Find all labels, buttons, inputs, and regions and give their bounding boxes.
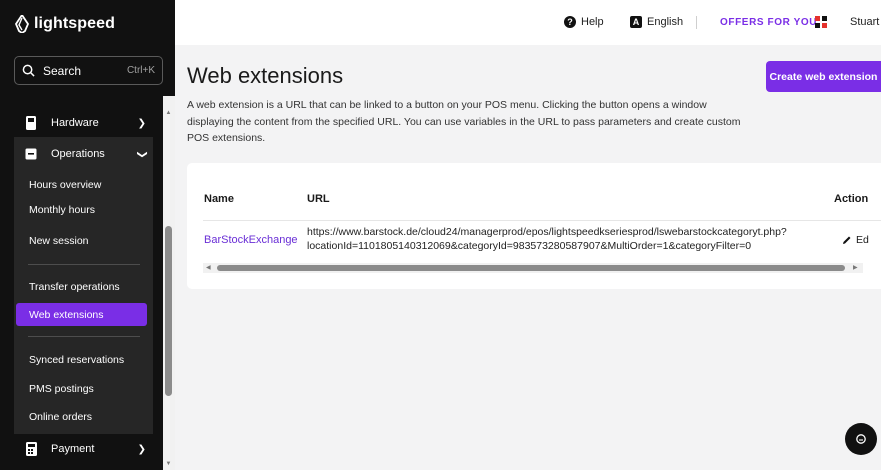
chat-icon — [856, 434, 866, 444]
edit-label: Ed — [856, 234, 869, 246]
payment-icon — [24, 442, 38, 456]
divider — [28, 336, 140, 337]
top-bar: ? Help A English OFFERS FOR YOU Stuart — [175, 0, 881, 45]
sidebar-item-operations[interactable]: Operations ❯ — [14, 139, 154, 169]
language-selector[interactable]: A English — [630, 16, 683, 28]
operations-icon — [24, 147, 38, 161]
sidebar-nav: Hardware ❯ Operations ❯ Hours overview M… — [14, 96, 163, 470]
user-menu[interactable]: Stuart — [850, 16, 879, 28]
sidebar-item-label: Operations — [51, 148, 105, 160]
edit-icon — [843, 236, 851, 244]
scroll-right-icon[interactable]: ▶ — [853, 264, 858, 271]
search-input[interactable]: Search Ctrl+K — [14, 56, 163, 85]
chevron-down-icon: ❯ — [136, 149, 148, 159]
divider — [28, 264, 140, 265]
scroll-up-icon[interactable]: ▲ — [165, 110, 172, 116]
sidebar-item-label: Payment — [51, 443, 95, 455]
table-row-name-link[interactable]: BarStockExchange — [204, 234, 298, 246]
hardware-icon — [24, 116, 38, 130]
language-icon: A — [630, 16, 642, 28]
web-extensions-table: Name URL Action BarStockExchange https:/… — [187, 163, 881, 289]
column-header-name: Name — [204, 193, 234, 205]
search-label: Search — [43, 63, 82, 78]
sidebar-subitem-hours-overview[interactable]: Hours overview — [16, 173, 147, 196]
operations-group: Operations ❯ Hours overview Monthly hour… — [14, 137, 153, 434]
divider — [203, 220, 881, 221]
logo[interactable]: lightspeed — [14, 15, 115, 33]
help-label: Help — [581, 16, 604, 28]
table-row-url: https://www.barstock.de/cloud24/managerp… — [307, 226, 787, 252]
scroll-left-icon[interactable]: ◀ — [206, 264, 211, 271]
sidebar-subitem-pms-postings[interactable]: PMS postings — [16, 377, 147, 400]
help-button[interactable]: ? Help — [564, 16, 604, 28]
search-shortcut: Ctrl+K — [126, 65, 155, 76]
apps-grid-icon[interactable] — [815, 16, 827, 28]
sidebar-scrollbar-thumb[interactable] — [165, 226, 172, 396]
page-title: Web extensions — [187, 63, 344, 88]
edit-button[interactable]: Ed — [842, 234, 869, 246]
sidebar-item-label: Hardware — [51, 117, 99, 129]
sidebar-subitem-monthly-hours[interactable]: Monthly hours — [16, 198, 147, 221]
search-icon — [22, 64, 35, 77]
scroll-down-icon[interactable]: ▼ — [165, 461, 172, 467]
create-web-extension-button[interactable]: Create web extension — [766, 61, 881, 92]
language-label: English — [647, 16, 684, 28]
sidebar-subitem-web-extensions[interactable]: Web extensions — [16, 303, 147, 326]
column-header-action: Action — [834, 193, 869, 205]
divider — [696, 16, 697, 29]
chevron-right-icon: ❯ — [137, 443, 146, 455]
chevron-right-icon: ❯ — [137, 117, 146, 129]
chat-button[interactable] — [845, 423, 877, 455]
column-header-url: URL — [307, 193, 330, 205]
scrollbar-thumb[interactable] — [217, 265, 845, 271]
sidebar-subitem-new-session[interactable]: New session — [16, 229, 147, 252]
lightspeed-logo-icon — [14, 15, 30, 33]
brand-name: lightspeed — [34, 15, 116, 32]
sidebar-subitem-transfer-operations[interactable]: Transfer operations — [16, 275, 147, 298]
sidebar: lightspeed Search Ctrl+K Hardware ❯ Oper… — [0, 0, 175, 470]
page-description: A web extension is a URL that can be lin… — [187, 99, 741, 144]
help-icon: ? — [564, 16, 576, 28]
sidebar-subitem-online-orders[interactable]: Online orders — [16, 405, 147, 428]
offers-link[interactable]: OFFERS FOR YOU — [720, 17, 817, 28]
sidebar-item-hardware[interactable]: Hardware ❯ — [14, 108, 154, 138]
table-horizontal-scrollbar[interactable]: ◀ ▶ — [203, 263, 863, 273]
sidebar-subitem-synced-reservations[interactable]: Synced reservations — [16, 348, 147, 371]
sidebar-item-payment[interactable]: Payment ❯ — [14, 434, 154, 464]
